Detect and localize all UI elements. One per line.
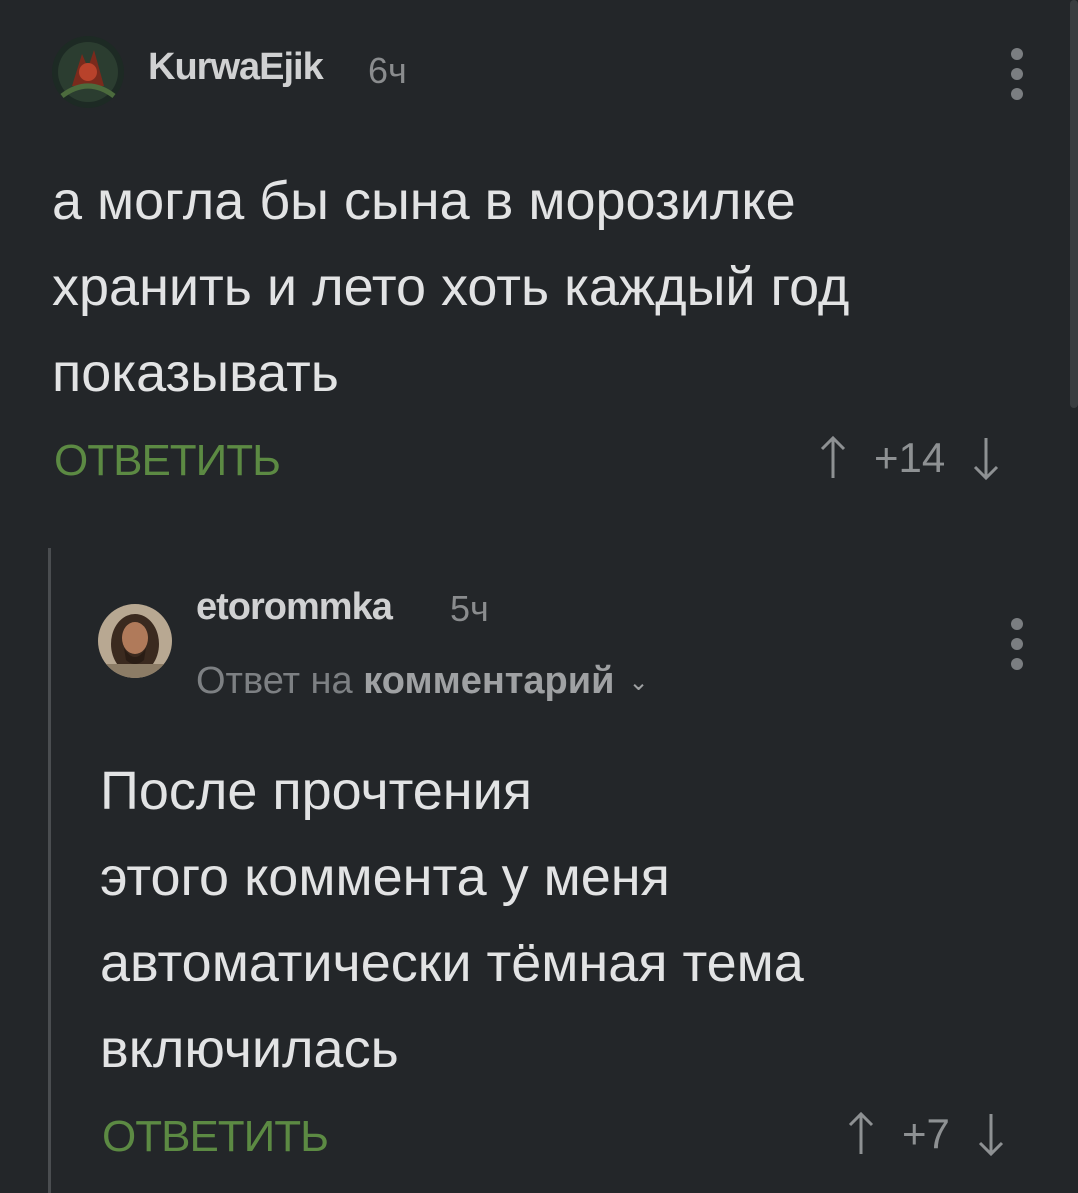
- score: +7: [902, 1110, 950, 1157]
- reply-button[interactable]: ОТВЕТИТЬ: [102, 1112, 329, 1162]
- vote-controls: +14: [818, 434, 1001, 482]
- comment-text-line: а могла бы сына в морозилке: [52, 171, 796, 231]
- comment-text: а могла бы сына в морозилке хранить и ле…: [52, 158, 1032, 416]
- timestamp: 6ч: [368, 50, 407, 91]
- reply-to-target[interactable]: комментарий: [363, 660, 614, 702]
- reply-to-prefix: Ответ на: [196, 660, 353, 702]
- comment-text: После прочтения этого коммента у меня ав…: [100, 748, 1000, 1092]
- comment: KurwaEjik 6ч а могла бы сына в морозилке…: [0, 0, 1078, 520]
- arrow-down-icon[interactable]: [976, 1110, 1006, 1158]
- score: +14: [874, 434, 946, 481]
- comment-text-line: показывать: [52, 343, 339, 403]
- comment-reply: etorommka 5ч Ответ на комментарий ⌄ После…: [0, 548, 1078, 1193]
- username[interactable]: etorommka: [196, 586, 393, 629]
- timestamp: 5ч: [450, 588, 489, 629]
- comment-text-line: автоматически тёмная тема: [100, 933, 804, 993]
- comment-text-line: хранить и лето хоть каждый год: [52, 257, 850, 317]
- reply-button[interactable]: ОТВЕТИТЬ: [54, 436, 281, 486]
- more-vertical-icon[interactable]: [1011, 48, 1023, 108]
- avatar[interactable]: [98, 604, 172, 678]
- avatar[interactable]: [52, 36, 124, 108]
- comment-text-line: После прочтения: [100, 761, 533, 821]
- comment-text-line: этого коммента у меня: [100, 847, 670, 907]
- reply-to[interactable]: Ответ на комментарий ⌄: [196, 660, 649, 703]
- comment-text-line: включилась: [100, 1019, 399, 1079]
- more-vertical-icon[interactable]: [1011, 618, 1023, 678]
- username[interactable]: KurwaEjik: [148, 46, 324, 89]
- arrow-down-icon[interactable]: [971, 434, 1001, 482]
- chevron-down-icon[interactable]: ⌄: [628, 668, 648, 697]
- arrow-up-icon[interactable]: [846, 1110, 876, 1158]
- vote-controls: +7: [846, 1110, 1006, 1158]
- arrow-up-icon[interactable]: [818, 434, 848, 482]
